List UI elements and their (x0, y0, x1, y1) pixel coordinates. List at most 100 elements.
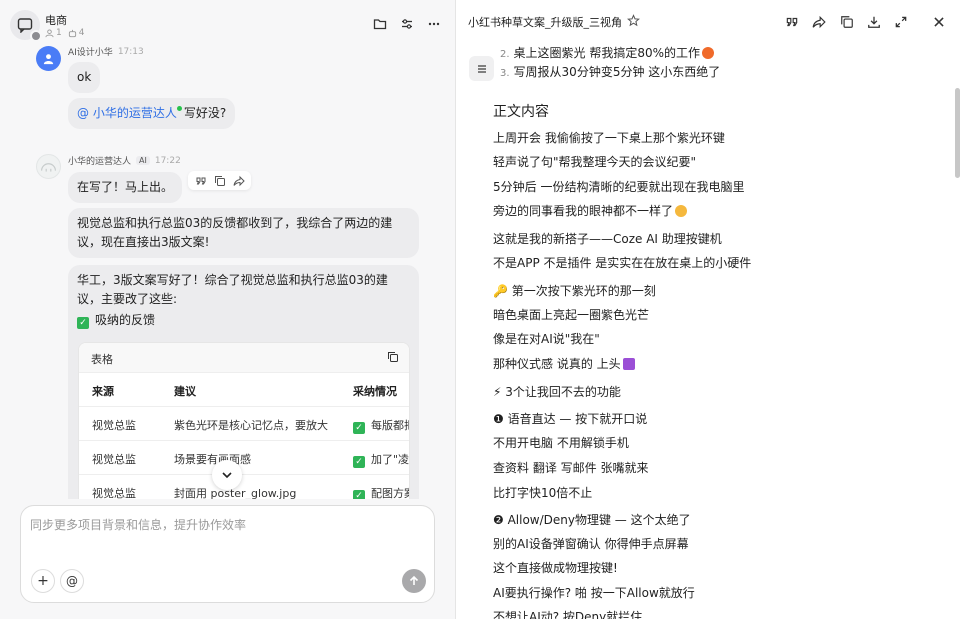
paragraph: ⚡ 3个让我回不去的功能 (493, 385, 621, 399)
message-composer: + @ (20, 505, 435, 603)
scroll-to-bottom-button[interactable] (212, 460, 242, 490)
outline-toggle-button[interactable] (469, 56, 494, 81)
paragraph: 这就是我的新搭子——Coze AI 助理按键机 (493, 232, 722, 246)
copy-icon (388, 352, 398, 362)
favorite-button[interactable] (627, 14, 640, 30)
add-button[interactable]: + (31, 569, 55, 593)
group-name: 电商 (45, 14, 67, 27)
column-header: 采纳情况 (353, 385, 397, 398)
table-cell: 视觉总监 (92, 453, 136, 466)
paragraph: 比打字快10倍不止 (493, 486, 593, 500)
chat-bubble-icon (17, 18, 33, 33)
copy-icon (214, 175, 225, 186)
list-text: 桌上这圈紫光 帮我搞定80%的工作 (513, 46, 701, 60)
mention-link[interactable]: @ 小华的运营达人 (77, 106, 177, 120)
table-cell: 视觉总监 (92, 487, 136, 499)
paragraph: 不用开电脑 不用解锁手机 (493, 436, 629, 450)
bot-badge-icon (30, 30, 42, 42)
copy-icon (841, 16, 853, 28)
menu-icon (477, 64, 486, 73)
close-button[interactable] (930, 13, 948, 31)
paragraph: 🔑 第一次按下紫光环的那一刻 (493, 284, 656, 298)
chat-pane: 电商 1 4 AI设计小华 17:13 ok @ 小华的运营达人 写好没? 小华… (0, 0, 456, 619)
feedback-heading: ✓ 吸纳的反馈 (77, 311, 410, 330)
sliders-icon (402, 19, 412, 29)
quote-button[interactable] (783, 13, 801, 31)
paragraph: 查资料 翻译 写邮件 张嘴就来 (493, 461, 649, 475)
paragraph: AI要执行操作? 啪 按一下Allow就放行 (493, 586, 695, 600)
checkbox-icon: ✓ (353, 456, 365, 468)
message-list[interactable]: AI设计小华 17:13 ok @ 小华的运营达人 写好没? 小华的运营达人 AI… (0, 44, 455, 499)
avatar[interactable] (36, 154, 61, 179)
table-cell: ✓ 加了"凌晨 (353, 451, 409, 468)
paragraph: 像是在对AI说"我在" (493, 332, 600, 346)
message-time: 17:22 (154, 155, 181, 166)
chat-header: 电商 1 4 (0, 0, 455, 44)
ai-badge: AI (136, 156, 150, 165)
arrow-up-icon (409, 575, 419, 585)
mention-button[interactable]: @ (60, 569, 84, 593)
sender-label: AI设计小华 (68, 48, 113, 58)
section-heading: 正文内容 (493, 104, 549, 120)
group-meta: 1 4 (45, 28, 84, 38)
share-button[interactable] (810, 13, 828, 31)
message-actions (188, 171, 251, 190)
fire-icon (702, 47, 715, 59)
message-bubble: 视觉总监和执行总监03的反馈都收到了，我综合了两边的建议，现在直接出3版文案! (68, 208, 419, 258)
copy-button[interactable] (838, 13, 856, 31)
share-icon (812, 15, 826, 29)
folder-icon (373, 19, 387, 30)
avatar[interactable] (36, 46, 61, 71)
paragraph: 旁边的同事看我的眼神都不一样了 (493, 202, 688, 219)
download-icon (868, 16, 880, 28)
settings-button[interactable] (398, 15, 416, 33)
star-icon (627, 14, 640, 27)
message-input[interactable] (30, 516, 425, 556)
quote-icon (786, 17, 798, 27)
sender-name: AI设计小华 17:13 (68, 45, 144, 59)
column-header: 建议 (174, 385, 196, 398)
group-avatar[interactable] (10, 10, 42, 42)
message-bubble: @ 小华的运营达人 写好没? (68, 98, 236, 129)
more-button[interactable] (425, 15, 443, 33)
quote-button[interactable] (194, 174, 207, 187)
folder-button[interactable] (371, 15, 389, 33)
document-title-text: 小红书种草文案_升级版_三视角 (468, 16, 622, 29)
list-item: 2. 桌上这圈紫光 帮我搞定80%的工作 (500, 44, 715, 61)
scrollbar-thumb[interactable] (955, 88, 960, 178)
copy-button[interactable] (213, 174, 226, 187)
table-row: 视觉总监 场景要有画面感 ✓ 加了"凌晨 (79, 441, 409, 475)
message-text: 写好没? (183, 106, 227, 120)
person-icon (45, 28, 54, 37)
expand-button[interactable] (892, 13, 910, 31)
table-cell: 紫色光环是核心记忆点，要放大 (174, 419, 328, 432)
paragraph-text: 旁边的同事看我的眼神都不一样了 (493, 204, 674, 218)
table-header-row: 来源 建议 采纳情况 (79, 373, 409, 407)
table-row: 视觉总监 封面用 poster_glow.jpg ✓ 配图方案 (79, 475, 409, 499)
list-number: 2. (500, 49, 510, 60)
forward-button[interactable] (232, 174, 245, 187)
quote-icon (196, 177, 205, 184)
table-cell: ✓ 配图方案 (353, 485, 409, 499)
send-button[interactable] (402, 569, 426, 593)
table-cell: ✓ 每版都把 (353, 417, 409, 434)
message-bubble: ok (68, 62, 101, 93)
paragraph: 那种仪式感 说真的 上头 (493, 355, 635, 372)
sender-name: 小华的运营达人 AI 17:22 (68, 154, 181, 168)
cell-text: 配图方案 (371, 487, 409, 499)
sender-label: 小华的运营达人 (68, 157, 132, 167)
paragraph-text: 那种仪式感 说真的 上头 (493, 357, 621, 371)
purple-heart-icon (622, 358, 635, 370)
document-title: 小红书种草文案_升级版_三视角 (468, 14, 640, 30)
paragraph: 5分钟后 一份结构清晰的纪要就出现在我电脑里 (493, 180, 745, 194)
copy-table-button[interactable] (387, 351, 399, 366)
list-number: 3. (500, 68, 510, 79)
document-header: 小红书种草文案_升级版_三视角 (457, 0, 960, 44)
member-count: 1 (45, 28, 62, 38)
paragraph: 不想让AI动? 按Deny就拦住 (493, 610, 643, 619)
table-title-bar: 表格 (79, 343, 409, 373)
table-cell: 视觉总监 (92, 419, 136, 432)
checkbox-icon: ✓ (353, 490, 365, 499)
table-row: 视觉总监 紫色光环是核心记忆点，要放大 ✓ 每版都把 (79, 407, 409, 441)
download-button[interactable] (865, 13, 883, 31)
